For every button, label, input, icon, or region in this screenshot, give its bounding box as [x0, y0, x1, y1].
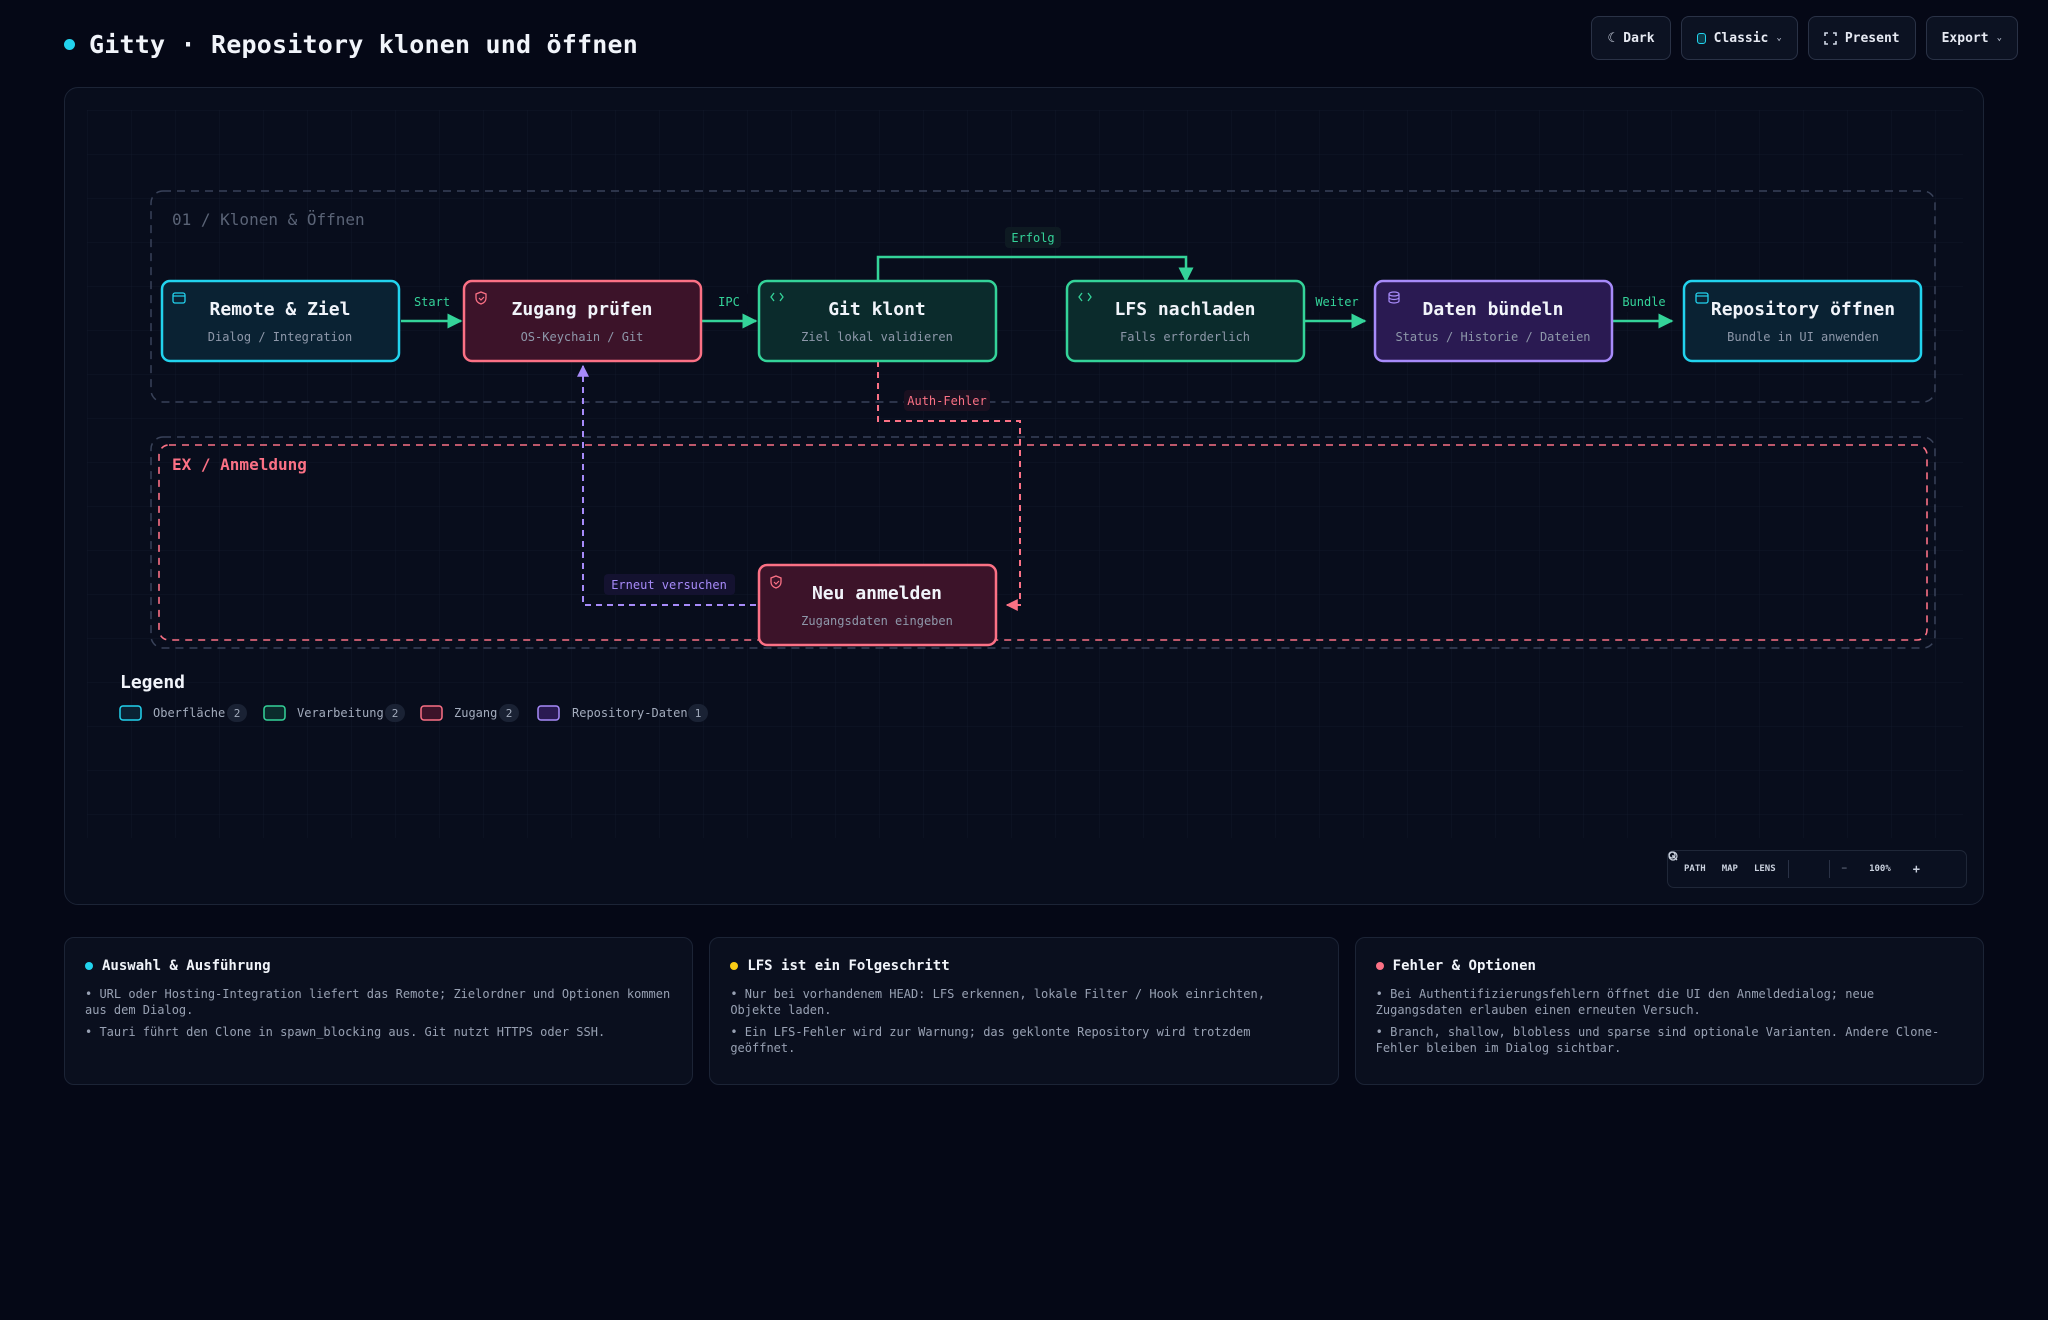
svg-text:Weiter: Weiter: [1315, 295, 1358, 309]
card-title: Auswahl & Ausführung: [102, 958, 271, 974]
edge-label-next: Weiter: [1311, 292, 1363, 312]
view-controls: PATH MAP LENS − 100% +: [1667, 850, 1967, 888]
card-item: • Branch, shallow, blobless und sparse s…: [1375, 1025, 1940, 1055]
toolbar: ☾ Dark Classic ⌄ Present Export ⌄: [1591, 16, 2018, 60]
svg-text:1: 1: [695, 707, 702, 720]
divider: [1828, 860, 1830, 878]
edge-label-auth-error: Auth-Fehler: [904, 390, 990, 411]
node-remote[interactable]: Remote & Ziel Dialog / Integration: [160, 279, 401, 363]
status-dot: [64, 39, 75, 50]
svg-text:Zugang: Zugang: [454, 706, 497, 720]
edge-label-ipc: IPC: [710, 292, 748, 312]
edge-label-bundle: Bundle: [1618, 292, 1670, 312]
legend-item-access: Zugang 2: [420, 704, 519, 722]
node-access[interactable]: Zugang prüfen OS-Keychain / Git: [462, 279, 703, 363]
help-icon: [1668, 851, 1678, 861]
svg-text:Start: Start: [414, 295, 450, 309]
theme-toggle-button[interactable]: ☾ Dark: [1591, 16, 1671, 60]
node-title: LFS nachladen: [1115, 299, 1256, 320]
card-item: • Tauri führt den Clone in spawn_blockin…: [85, 1025, 606, 1039]
map-view-button[interactable]: MAP: [1714, 864, 1746, 874]
card-dot: [730, 962, 739, 970]
fullscreen-icon: [1824, 31, 1837, 45]
zoom-in-button[interactable]: +: [1905, 862, 1928, 876]
card-title: Fehler & Optionen: [1392, 958, 1536, 974]
info-cards: Auswahl & Ausführung • URL oder Hosting-…: [64, 937, 1984, 1085]
divider: [1787, 860, 1789, 878]
node-subtitle: Dialog / Integration: [208, 330, 353, 344]
svg-text:Auth-Fehler: Auth-Fehler: [907, 394, 986, 408]
moon-icon: ☾: [1607, 30, 1616, 46]
node-clone[interactable]: Git klont Ziel lokal validieren: [757, 279, 998, 363]
info-card-errors: Fehler & Optionen • Bei Authentifizierun…: [1354, 937, 1984, 1085]
node-lfs[interactable]: LFS nachladen Falls erforderlich: [1065, 279, 1306, 363]
card-item: • URL oder Hosting-Integration liefert d…: [85, 987, 671, 1017]
info-card-lfs: LFS ist ein Folgeschritt • Nur bei vorha…: [709, 937, 1339, 1085]
present-button[interactable]: Present: [1807, 16, 1916, 60]
node-subtitle: Zugangsdaten eingeben: [801, 614, 953, 628]
style-swatch-icon: [1696, 32, 1706, 44]
edge-label-success: Erfolg: [1005, 227, 1061, 248]
group-main-label: 01 / Klonen & Öffnen: [172, 210, 365, 229]
style-label: Classic: [1713, 30, 1769, 46]
theme-label: Dark: [1623, 30, 1655, 46]
edge-label-start: Start: [408, 292, 456, 312]
card-dot: [1375, 962, 1384, 970]
svg-text:Oberfläche: Oberfläche: [153, 706, 225, 720]
node-title: Git klont: [828, 299, 926, 320]
present-label: Present: [1844, 30, 1900, 46]
svg-text:2: 2: [392, 707, 399, 720]
diagram-svg: 01 / Klonen & Öffnen EX / Anmeldung Star…: [87, 110, 1963, 838]
node-title: Daten bündeln: [1423, 299, 1564, 320]
node-bundle[interactable]: Daten bündeln Status / Historie / Dateie…: [1373, 279, 1614, 363]
card-item: • Ein LFS-Fehler wird zur Warnung; das g…: [730, 1025, 1251, 1055]
card-title: LFS ist ein Folgeschritt: [747, 958, 950, 974]
legend-title: Legend: [120, 672, 185, 693]
lens-view-button[interactable]: LENS: [1746, 864, 1784, 874]
node-title: Zugang prüfen: [512, 299, 653, 320]
zoom-out-button[interactable]: −: [1834, 864, 1855, 874]
node-subtitle: Status / Historie / Dateien: [1395, 330, 1590, 344]
zoom-level: 100%: [1869, 864, 1891, 874]
group-error-label: EX / Anmeldung: [172, 455, 307, 474]
svg-text:2: 2: [234, 707, 241, 720]
svg-text:2: 2: [506, 707, 513, 720]
node-subtitle: Ziel lokal validieren: [801, 330, 953, 344]
svg-text:IPC: IPC: [718, 295, 740, 309]
style-select-button[interactable]: Classic ⌄: [1680, 16, 1798, 60]
chevron-down-icon: ⌄: [1776, 33, 1782, 43]
node-subtitle: Bundle in UI anwenden: [1727, 330, 1879, 344]
path-view-button[interactable]: PATH: [1676, 864, 1714, 874]
node-title: Remote & Ziel: [210, 299, 351, 320]
chevron-down-icon: ⌄: [1996, 33, 2002, 43]
page-title: Gitty · Repository klonen und öffnen: [89, 30, 639, 59]
info-card-selection: Auswahl & Ausführung • URL oder Hosting-…: [64, 937, 694, 1085]
diagram-canvas[interactable]: 01 / Klonen & Öffnen EX / Anmeldung Star…: [64, 87, 1984, 905]
svg-text:Erfolg: Erfolg: [1011, 231, 1054, 245]
node-relogin[interactable]: Neu anmelden Zugangsdaten eingeben: [757, 563, 998, 647]
grid-background: [87, 110, 1963, 838]
header: Gitty · Repository klonen und öffnen: [64, 30, 638, 59]
svg-text:Repository-Daten: Repository-Daten: [572, 706, 688, 720]
card-item: • Bei Authentifizierungsfehlern öffnet d…: [1375, 987, 1875, 1017]
svg-text:Bundle: Bundle: [1622, 295, 1665, 309]
edge-label-retry: Erneut versuchen: [604, 574, 735, 595]
node-subtitle: Falls erforderlich: [1120, 330, 1250, 344]
card-item: • Nur bei vorhandenem HEAD: LFS erkennen…: [730, 987, 1265, 1017]
node-title: Neu anmelden: [812, 583, 942, 604]
export-label: Export: [1941, 30, 1989, 46]
node-open[interactable]: Repository öffnen Bundle in UI anwenden: [1682, 279, 1923, 363]
node-title: Repository öffnen: [1711, 299, 1895, 320]
card-dot: [85, 962, 93, 970]
export-button[interactable]: Export ⌄: [1925, 16, 2018, 60]
svg-text:Verarbeitung: Verarbeitung: [297, 706, 384, 720]
svg-text:Erneut versuchen: Erneut versuchen: [611, 578, 727, 592]
node-subtitle: OS-Keychain / Git: [521, 330, 644, 344]
